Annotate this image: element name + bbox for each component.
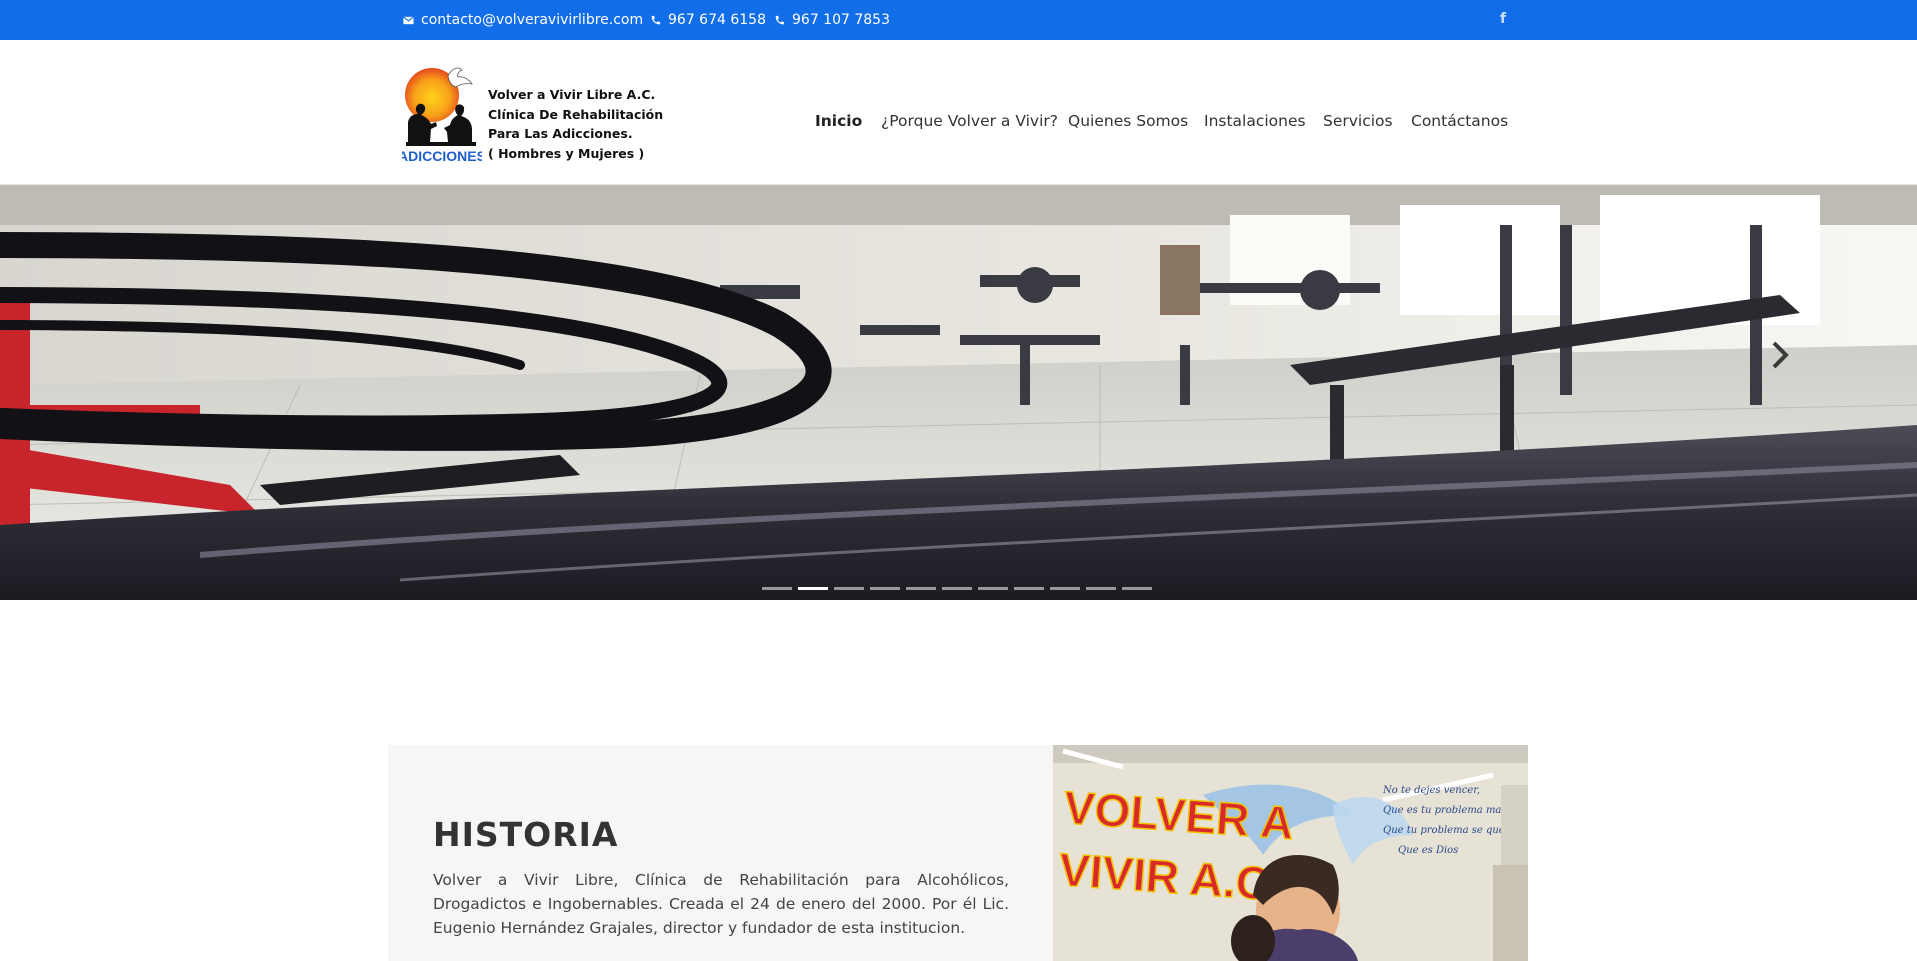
clinic-logo[interactable]: ADICCIONES bbox=[402, 62, 482, 164]
historia-title: HISTORIA bbox=[433, 815, 619, 854]
envelope-icon bbox=[403, 15, 414, 24]
nav-servicios[interactable]: Servicios bbox=[1323, 112, 1393, 130]
slider-dot[interactable] bbox=[906, 587, 936, 590]
phone-icon bbox=[775, 15, 785, 24]
nav-quienes-somos[interactable]: Quienes Somos bbox=[1068, 112, 1188, 130]
facebook-icon[interactable]: f bbox=[1500, 11, 1506, 27]
slider-dot[interactable] bbox=[762, 587, 792, 590]
slider-dot[interactable] bbox=[834, 587, 864, 590]
email-link[interactable]: contacto@volveravivirlibre.com bbox=[421, 12, 643, 28]
phone-number-2[interactable]: 967 107 7853 bbox=[792, 12, 890, 28]
nav-instalaciones[interactable]: Instalaciones bbox=[1204, 112, 1306, 130]
slider-dot[interactable] bbox=[1014, 587, 1044, 590]
phone-contact-2[interactable]: 967 107 7853 bbox=[774, 12, 890, 28]
phone-number-1[interactable]: 967 674 6158 bbox=[668, 12, 766, 28]
nav-inicio[interactable]: Inicio bbox=[815, 112, 862, 130]
logo-text: ADICCIONES bbox=[402, 148, 482, 164]
top-contact-bar: contacto@volveravivirlibre.com 967 674 6… bbox=[0, 0, 1917, 40]
mural-verse-1: No te dejes vencer, bbox=[1382, 785, 1480, 796]
gym-photo bbox=[0, 185, 1917, 600]
slider-dot[interactable] bbox=[942, 587, 972, 590]
mural-verse-2: Que es tu problema mayor bbox=[1383, 805, 1519, 816]
brand-line-1: Volver a Vivir Libre A.C. bbox=[488, 87, 656, 102]
brand-line-3: Para Las Adicciones. bbox=[488, 126, 633, 141]
slider-pagination bbox=[762, 587, 1152, 590]
brand-line-2: Clínica De Rehabilitación bbox=[488, 106, 664, 122]
slider-dot[interactable] bbox=[1050, 587, 1080, 590]
page: contacto@volveravivirlibre.com 967 674 6… bbox=[0, 0, 1917, 961]
phone-contact-1[interactable]: 967 674 6158 bbox=[650, 12, 766, 28]
nav-porque-volver-a-vivir[interactable]: ¿Porque Volver a Vivir? bbox=[881, 112, 1058, 130]
historia-text: Volver a Vivir Libre, Clínica de Rehabil… bbox=[433, 871, 1009, 937]
slider-dot[interactable] bbox=[870, 587, 900, 590]
mural-verse-3: Que tu problema se queda bbox=[1383, 825, 1517, 836]
slider-next-arrow[interactable] bbox=[1766, 335, 1794, 375]
mural-photo: VOLVER A VIVIR A.C No te dejes vencer, Q… bbox=[1053, 745, 1528, 961]
slider-dot[interactable] bbox=[1086, 587, 1116, 590]
slider-dot[interactable] bbox=[978, 587, 1008, 590]
email-contact[interactable]: contacto@volveravivirlibre.com bbox=[403, 12, 643, 28]
site-header: ADICCIONES Volver a Vivir Libre A.C. Clí… bbox=[0, 40, 1917, 185]
brand-line-4: ( Hombres y Mujeres ) bbox=[488, 145, 645, 161]
mural-verse-4: Que es Dios bbox=[1398, 845, 1458, 856]
brand-name[interactable]: Volver a Vivir Libre A.C. Clínica De Reh… bbox=[488, 85, 663, 163]
nav-contactanos[interactable]: Contáctanos bbox=[1411, 112, 1508, 130]
phone-icon bbox=[651, 15, 661, 24]
slider-dot[interactable] bbox=[1122, 587, 1152, 590]
hero-slider[interactable] bbox=[0, 185, 1917, 600]
slider-dot-active[interactable] bbox=[798, 587, 828, 590]
